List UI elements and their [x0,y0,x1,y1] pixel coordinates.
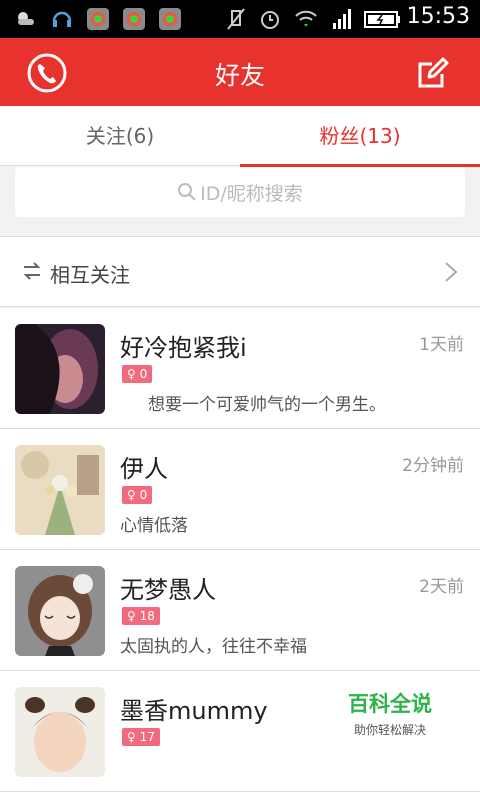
search-area: ID/昵称搜索 [0,167,480,235]
tab-fans[interactable]: 粉丝(13) [240,106,480,167]
compose-button[interactable] [410,50,456,96]
gender-age-badge: ♀ 0 [122,365,153,383]
friend-signature: 心情低落 [120,516,188,536]
watermark-subtitle: 助你轻松解决 [353,723,426,737]
avatar[interactable] [15,687,105,777]
mutual-follow-row[interactable]: 相互关注 [0,236,480,307]
list-item[interactable]: 无梦愚人 2天前 ♀ 18 太固执的人，往往不幸福 [0,550,480,671]
friend-signature: 太固执的人，往往不幸福 [120,637,307,657]
friend-name: 伊人 [120,455,168,483]
search-input[interactable]: ID/昵称搜索 [15,167,465,217]
last-active-time: 2分钟前 [402,456,464,476]
avatar[interactable] [15,445,105,535]
edit-icon [418,57,449,88]
friend-name: 好冷抱紧我i [120,334,247,362]
mutual-follow-label: 相互关注 [50,263,130,287]
gender-age-badge: ♀ 18 [122,607,160,625]
status-bar: 15:53 [0,0,480,38]
search-icon [178,183,196,201]
tab-following[interactable]: 关注(6) [0,106,240,166]
wifi-icon [295,10,317,27]
last-active-time: 2天前 [419,577,464,597]
gender-age-badge: ♀ 17 [122,728,160,746]
search-placeholder: ID/昵称搜索 [200,182,303,205]
friend-name: 墨香mummy [120,697,268,725]
signal-icon [333,9,351,29]
watermark-title: 百科全说 [348,692,432,716]
app-notification-icon [87,8,109,30]
headset-icon [52,11,72,27]
watermark: 百科全说 助你轻松解决 [348,688,432,738]
avatar[interactable] [15,324,105,414]
alarm-icon [261,11,279,29]
friend-name: 无梦愚人 [120,576,216,604]
app-notification-icon [159,8,181,30]
tab-bar: 关注(6) 粉丝(13) [0,106,480,167]
list-item[interactable]: 好冷抱紧我i 1天前 ♀ 0 想要一个可爱帅气的一个男生。 [0,308,480,429]
mute-icon [227,8,245,30]
list-item[interactable]: 伊人 2分钟前 ♀ 0 心情低落 [0,429,480,550]
avatar[interactable] [15,566,105,656]
swap-icon [23,262,41,280]
page-title: 好友 [214,61,265,90]
last-active-time: 1天前 [419,335,464,355]
friend-signature: 想要一个可爱帅气的一个男生。 [148,395,386,415]
battery-icon [364,11,400,28]
chevron-right-icon [445,262,458,282]
gender-age-badge: ♀ 0 [122,486,153,504]
weather-icon [18,12,34,25]
clock: 15:53 [406,4,470,29]
app-notification-icon [123,8,145,30]
app-bar: 好友 [0,38,480,106]
